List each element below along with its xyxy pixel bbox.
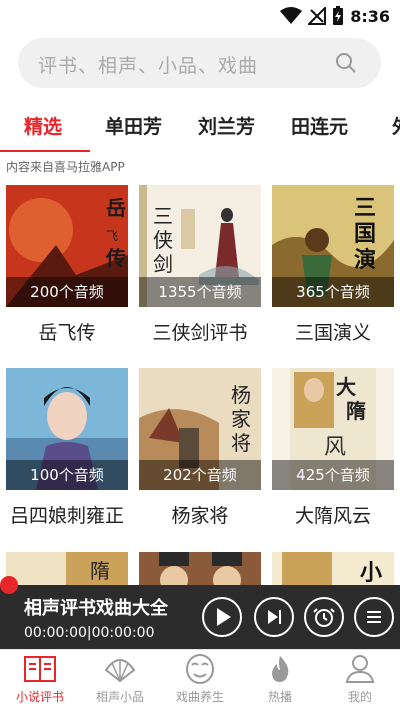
album-card[interactable]: 100个音频 吕四娘刺雍正 — [6, 368, 128, 529]
search-icon[interactable] — [335, 52, 357, 74]
svg-text:飞: 飞 — [106, 229, 118, 243]
playlist-button[interactable] — [354, 597, 394, 637]
person-icon — [345, 655, 375, 683]
audio-count: 202个音频 — [139, 460, 261, 490]
category-tabs: 精选 单田芳 刘兰芳 田连元 外 — [0, 100, 400, 152]
svg-text:小: 小 — [360, 560, 382, 585]
book-icon — [24, 656, 56, 682]
audio-count: 1355个音频 — [139, 277, 261, 307]
svg-text:大: 大 — [336, 375, 356, 399]
album-cover[interactable] — [139, 552, 261, 585]
svg-text:风: 风 — [324, 435, 346, 460]
svg-text:隋: 隋 — [346, 399, 366, 423]
play-icon — [217, 608, 231, 626]
audio-count: 200个音频 — [6, 277, 128, 307]
mini-player[interactable]: 相声评书戏曲大全 00:00:00|00:00:00 — [0, 585, 400, 649]
source-note: 内容来自喜马拉雅APP — [6, 160, 125, 174]
album-cover[interactable]: 100个音频 — [6, 368, 128, 490]
album-card[interactable]: 隋 — [6, 552, 128, 585]
album-title[interactable]: 大隋风云 — [272, 503, 394, 529]
tab-liu-lanfang[interactable]: 刘兰芳 — [198, 112, 255, 139]
tab-featured[interactable]: 精选 — [24, 112, 62, 139]
album-card[interactable]: 小 — [272, 552, 394, 585]
audio-count: 100个音频 — [6, 460, 128, 490]
next-button[interactable] — [254, 597, 294, 637]
svg-text:岳: 岳 — [106, 196, 126, 220]
nav-item-mine[interactable]: 我的 — [320, 654, 400, 710]
clock: 8:36 — [350, 6, 390, 26]
nav-item-opera-health[interactable]: 戏曲养生 — [160, 654, 240, 710]
audio-count: 365个音频 — [272, 277, 394, 307]
svg-text:国: 国 — [354, 221, 376, 247]
album-card[interactable]: 大 隋 风 425个音频 大隋风云 — [272, 368, 394, 529]
svg-text:三: 三 — [153, 204, 173, 228]
nav-label: 戏曲养生 — [175, 690, 224, 704]
svg-text:演: 演 — [354, 247, 376, 273]
player-time: 00:00:00|00:00:00 — [24, 625, 155, 641]
svg-text:剑: 剑 — [153, 252, 173, 276]
album-cover[interactable]: 大 隋 风 425个音频 — [272, 368, 394, 490]
svg-text:三: 三 — [354, 195, 376, 221]
no-signal-icon — [308, 7, 327, 25]
album-card[interactable]: 三 侠 剑 1355个音频 三侠剑评书 — [139, 185, 261, 346]
svg-text:将: 将 — [231, 431, 251, 455]
svg-text:传: 传 — [105, 246, 126, 270]
album-card[interactable]: 岳 飞 传 200个音频 岳飞传 — [6, 185, 128, 346]
nav-item-trending[interactable]: 热播 — [240, 654, 320, 710]
album-cover[interactable]: 隋 — [6, 552, 128, 585]
nav-label: 小说评书 — [15, 690, 64, 704]
wifi-icon — [280, 7, 303, 24]
svg-text:隋: 隋 — [90, 559, 110, 583]
status-icons: 8:36 — [280, 5, 390, 27]
album-title[interactable]: 杨家将 — [139, 503, 261, 529]
album-card[interactable] — [139, 552, 261, 585]
album-cover[interactable]: 小 — [272, 552, 394, 585]
album-title[interactable]: 岳飞传 — [6, 320, 128, 346]
menu-icon — [367, 611, 381, 623]
nav-item-novel-storytelling[interactable]: 小说评书 — [0, 654, 80, 710]
flame-icon — [272, 656, 289, 682]
tab-underline — [0, 150, 90, 152]
album-cover[interactable]: 三 侠 剑 1355个音频 — [139, 185, 261, 307]
tab-tian-lianyuan[interactable]: 田连元 — [291, 112, 348, 139]
play-button[interactable] — [202, 597, 242, 637]
progress-handle[interactable] — [0, 576, 18, 594]
album-card[interactable]: 杨 家 将 202个音频 杨家将 — [139, 368, 261, 529]
nav-label: 我的 — [347, 690, 372, 704]
svg-text:侠: 侠 — [153, 228, 173, 252]
album-title[interactable]: 三侠剑评书 — [139, 320, 261, 346]
battery-charging-icon — [333, 6, 344, 25]
tab-more[interactable]: 外 — [392, 112, 400, 139]
search-placeholder: 评书、相声、小品、戏曲 — [38, 55, 259, 77]
opera-mask-icon — [186, 654, 214, 684]
nav-label: 相声小品 — [95, 690, 144, 704]
album-cover[interactable]: 岳 飞 传 200个音频 — [6, 185, 128, 307]
sleep-timer-button[interactable] — [304, 597, 344, 637]
nav-label: 热播 — [267, 690, 292, 704]
alarm-clock-icon — [313, 608, 335, 627]
status-bar: 8:36 — [0, 0, 400, 32]
player-title: 相声评书戏曲大全 — [24, 598, 168, 619]
audio-count: 425个音频 — [272, 460, 394, 490]
album-cover[interactable]: 杨 家 将 202个音频 — [139, 368, 261, 490]
album-cover[interactable]: 三 国 演 365个音频 — [272, 185, 394, 307]
nav-item-crosstalk-sketch[interactable]: 相声小品 — [80, 654, 160, 710]
svg-text:家: 家 — [231, 407, 251, 431]
album-card[interactable]: 三 国 演 365个音频 三国演义 — [272, 185, 394, 346]
tab-shan-tianfang[interactable]: 单田芳 — [105, 112, 162, 139]
bottom-nav: 小说评书 相声小品 戏曲养生 热播 我的 — [0, 649, 400, 711]
album-title[interactable]: 三国演义 — [272, 320, 394, 346]
fan-icon — [104, 659, 136, 683]
svg-text:杨: 杨 — [231, 383, 251, 407]
skip-next-icon — [268, 610, 281, 624]
album-title[interactable]: 吕四娘刺雍正 — [6, 503, 128, 529]
search-bar[interactable]: 评书、相声、小品、戏曲 — [18, 38, 381, 88]
